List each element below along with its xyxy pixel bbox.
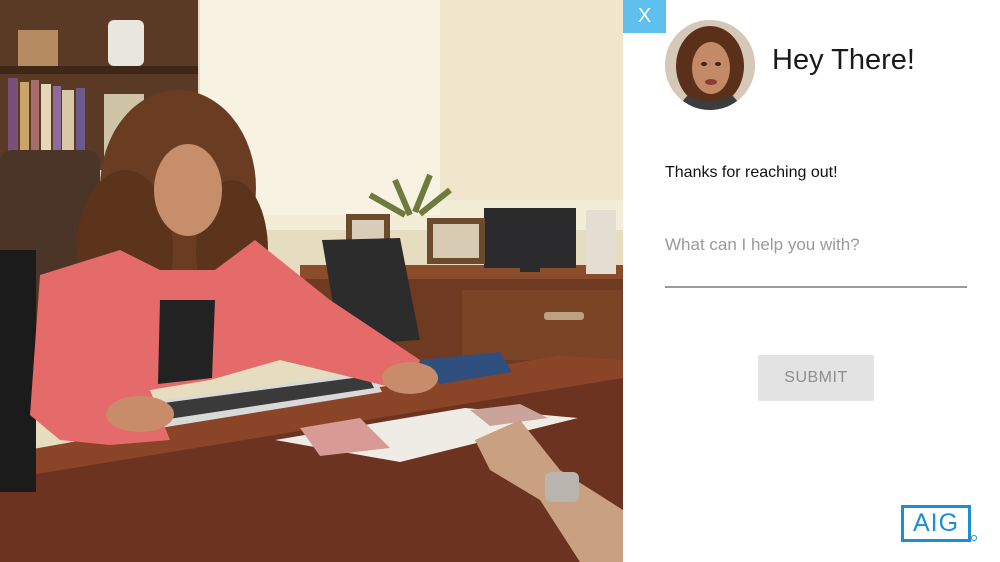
aig-logo: AIG bbox=[901, 505, 971, 542]
background-video-scene bbox=[0, 0, 623, 562]
greeting-heading: Hey There! bbox=[772, 44, 915, 76]
registered-mark-icon bbox=[971, 535, 977, 541]
agent-avatar bbox=[665, 20, 755, 110]
agent-portrait bbox=[665, 20, 755, 110]
chat-panel: X Hey There! Thanks for reaching out! SU… bbox=[623, 0, 1000, 562]
help-message-input[interactable] bbox=[665, 226, 967, 288]
close-button[interactable]: X bbox=[623, 0, 666, 33]
thanks-message: Thanks for reaching out! bbox=[665, 164, 838, 181]
office-scene-illustration bbox=[0, 0, 623, 562]
close-icon: X bbox=[637, 5, 652, 27]
submit-button[interactable]: SUBMIT bbox=[758, 355, 874, 401]
